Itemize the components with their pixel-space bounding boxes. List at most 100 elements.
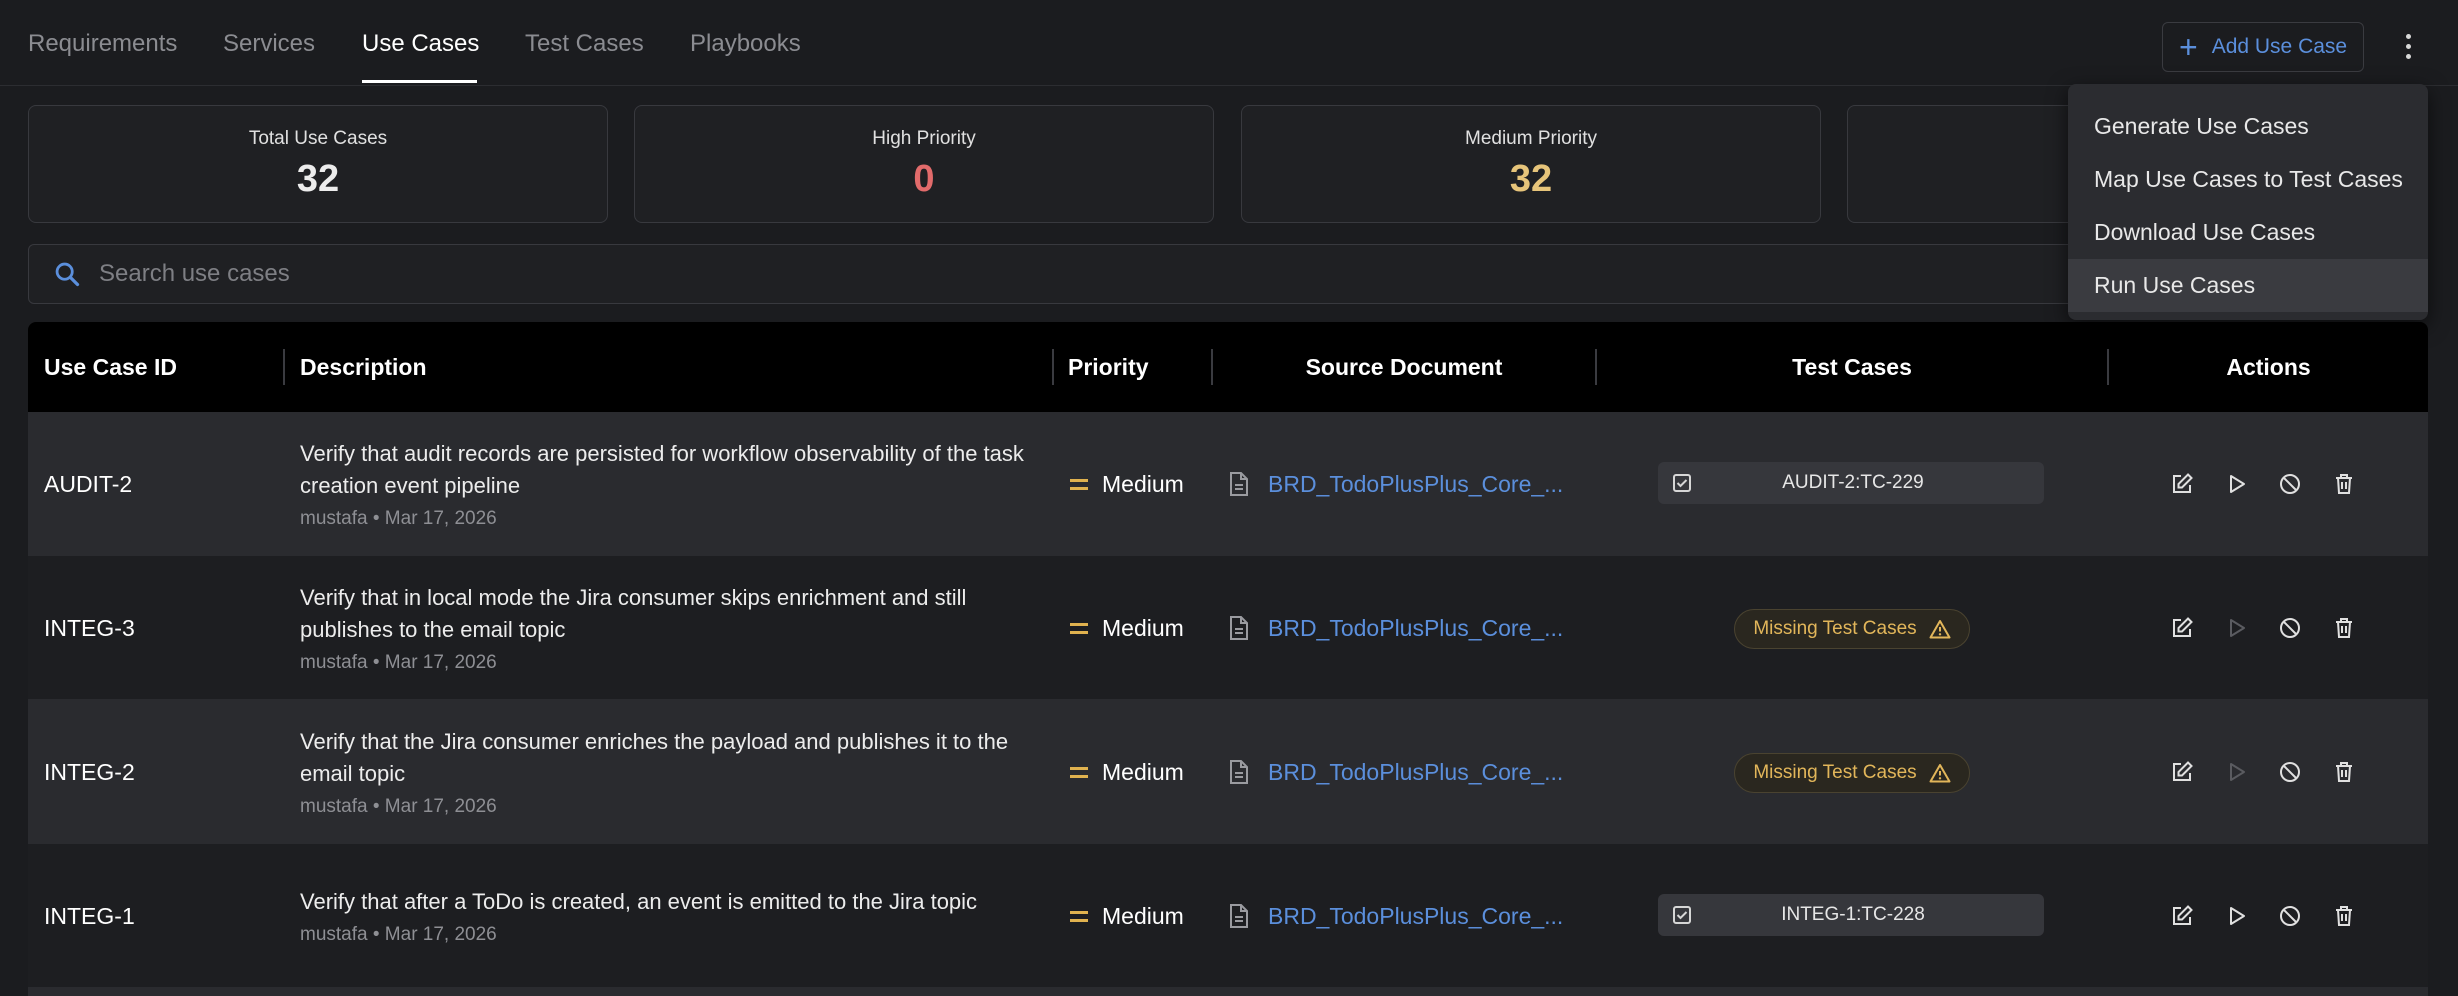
missing-test-cases-badge: Missing Test Cases <box>1734 753 1970 793</box>
edit-icon[interactable] <box>2168 470 2196 498</box>
checkbox-icon <box>1673 906 1691 924</box>
stat-card-total: Total Use Cases 32 <box>28 105 608 223</box>
description-meta: mustafa • Mar 17, 2026 <box>300 796 497 817</box>
priority-cell: Medium <box>1070 844 1184 988</box>
header-test-cases[interactable]: Test Cases <box>1598 322 2106 412</box>
medium-priority-icon <box>1070 766 1088 778</box>
menu-item-run-use-cases[interactable]: Run Use Cases <box>2068 259 2428 312</box>
table-row[interactable]: INTEG-2 Verify that the Jira consumer en… <box>28 700 2428 844</box>
tab-requirements[interactable]: Requirements <box>28 30 177 58</box>
column-divider[interactable] <box>1052 349 1054 385</box>
test-case-id: INTEG-1:TC-228 <box>1781 904 1925 925</box>
add-use-case-label: Add Use Case <box>2211 35 2348 58</box>
source-document-link[interactable]: BRD_TodoPlusPlus_Core_... <box>1228 844 1568 988</box>
tab-playbooks[interactable]: Playbooks <box>690 30 801 58</box>
test-case-chip[interactable]: INTEG-1:TC-228 <box>1658 894 2044 936</box>
priority-cell: Medium <box>1070 412 1184 556</box>
description-text: Verify that after a ToDo is created, an … <box>300 889 978 914</box>
description-meta: mustafa • Mar 17, 2026 <box>300 652 497 673</box>
source-document-link[interactable]: BRD_TodoPlusPlus_Core_... <box>1228 412 1568 556</box>
table-row[interactable]: AUDIT-2 Verify that audit records are pe… <box>28 412 2428 556</box>
tab-use-cases[interactable]: Use Cases <box>362 30 479 58</box>
description-text: Verify that audit records are persisted … <box>300 441 1024 498</box>
test-case-chip[interactable]: AUDIT-2:TC-229 <box>1658 462 2044 504</box>
play-icon[interactable] <box>2222 470 2250 498</box>
edit-icon[interactable] <box>2168 614 2196 642</box>
block-icon[interactable] <box>2276 902 2304 930</box>
use-case-id: INTEG-1 <box>44 902 135 929</box>
priority-cell: Medium <box>1070 700 1184 844</box>
source-document-link[interactable]: BRD_TodoPlusPlus_Core_... <box>1228 556 1568 700</box>
header-source-document[interactable]: Source Document <box>1213 322 1595 412</box>
plus-icon: + <box>2179 29 2198 65</box>
description-meta: mustafa • Mar 17, 2026 <box>300 924 497 945</box>
priority-label: Medium <box>1102 902 1184 929</box>
delete-icon[interactable] <box>2330 758 2358 786</box>
edit-icon[interactable] <box>2168 758 2196 786</box>
description-text: Verify that in local mode the Jira consu… <box>300 585 967 642</box>
source-document-name: BRD_TodoPlusPlus_Core_... <box>1268 758 1564 785</box>
menu-item-download-use-cases[interactable]: Download Use Cases <box>2068 206 2428 259</box>
description-cell: Verify that after a ToDo is created, an … <box>300 844 1060 988</box>
stat-card-medium-priority: Medium Priority 32 <box>1241 105 1821 223</box>
use-case-id: AUDIT-2 <box>44 470 133 497</box>
description-cell: Verify that the Jira consumer enriches t… <box>300 700 1060 844</box>
stat-value: 0 <box>913 158 935 200</box>
column-divider[interactable] <box>283 349 285 385</box>
block-icon[interactable] <box>2276 470 2304 498</box>
play-icon[interactable] <box>2222 902 2250 930</box>
block-icon[interactable] <box>2276 758 2304 786</box>
stat-label: Medium Priority <box>1465 128 1597 149</box>
tab-bar: Requirements Services Use Cases Test Cas… <box>0 0 2458 86</box>
use-case-id: INTEG-3 <box>44 614 135 641</box>
header-use-case-id[interactable]: Use Case ID <box>44 322 177 412</box>
column-divider[interactable] <box>1595 349 1597 385</box>
description-meta: mustafa • Mar 17, 2026 <box>300 508 497 529</box>
search-input[interactable] <box>99 260 1499 288</box>
description-cell: Verify that audit records are persisted … <box>300 412 1060 556</box>
row-actions <box>2168 556 2358 700</box>
source-document-name: BRD_TodoPlusPlus_Core_... <box>1268 902 1564 929</box>
delete-icon[interactable] <box>2330 470 2358 498</box>
header-actions: Actions <box>2226 353 2311 380</box>
row-actions <box>2168 412 2358 556</box>
stat-card-high-priority: High Priority 0 <box>634 105 1214 223</box>
header-description[interactable]: Description <box>300 322 427 412</box>
table-row[interactable]: INTEG-1 Verify that after a ToDo is crea… <box>28 844 2428 988</box>
more-vert-icon[interactable] <box>2394 24 2422 68</box>
use-case-id: INTEG-2 <box>44 758 135 785</box>
menu-item-generate-use-cases[interactable]: Generate Use Cases <box>2068 100 2428 153</box>
source-document-name: BRD_TodoPlusPlus_Core_... <box>1268 470 1564 497</box>
play-icon-disabled <box>2222 758 2250 786</box>
tab-services[interactable]: Services <box>223 30 315 58</box>
menu-item-map-use-cases[interactable]: Map Use Cases to Test Cases <box>2068 153 2428 206</box>
stat-label: High Priority <box>872 128 976 149</box>
document-icon <box>1230 760 1248 784</box>
stat-value: 32 <box>1509 158 1553 200</box>
document-icon <box>1230 904 1248 928</box>
use-cases-table: Use Case ID Description Priority Source … <box>28 322 2428 988</box>
active-tab-indicator <box>362 80 477 83</box>
table-row[interactable]: INTEG-3 Verify that in local mode the Ji… <box>28 556 2428 700</box>
document-icon <box>1230 616 1248 640</box>
block-icon[interactable] <box>2276 614 2304 642</box>
table-header: Use Case ID Description Priority Source … <box>28 322 2428 412</box>
warning-icon <box>1929 620 1951 639</box>
checkbox-icon <box>1673 474 1691 492</box>
source-document-link[interactable]: BRD_TodoPlusPlus_Core_... <box>1228 700 1568 844</box>
medium-priority-icon <box>1070 622 1088 634</box>
search-icon <box>55 262 80 287</box>
edit-icon[interactable] <box>2168 902 2196 930</box>
row-actions <box>2168 844 2358 988</box>
more-actions-menu: Generate Use Cases Map Use Cases to Test… <box>2068 84 2428 320</box>
add-use-case-button[interactable]: + Add Use Case <box>2162 22 2364 72</box>
delete-icon[interactable] <box>2330 902 2358 930</box>
tab-test-cases[interactable]: Test Cases <box>525 30 644 58</box>
warning-icon <box>1929 764 1951 783</box>
play-icon-disabled <box>2222 614 2250 642</box>
header-priority[interactable]: Priority <box>1068 322 1149 412</box>
medium-priority-icon <box>1070 910 1088 922</box>
missing-test-cases-label: Missing Test Cases <box>1753 618 1917 639</box>
test-case-id: AUDIT-2:TC-229 <box>1782 472 1924 493</box>
delete-icon[interactable] <box>2330 614 2358 642</box>
